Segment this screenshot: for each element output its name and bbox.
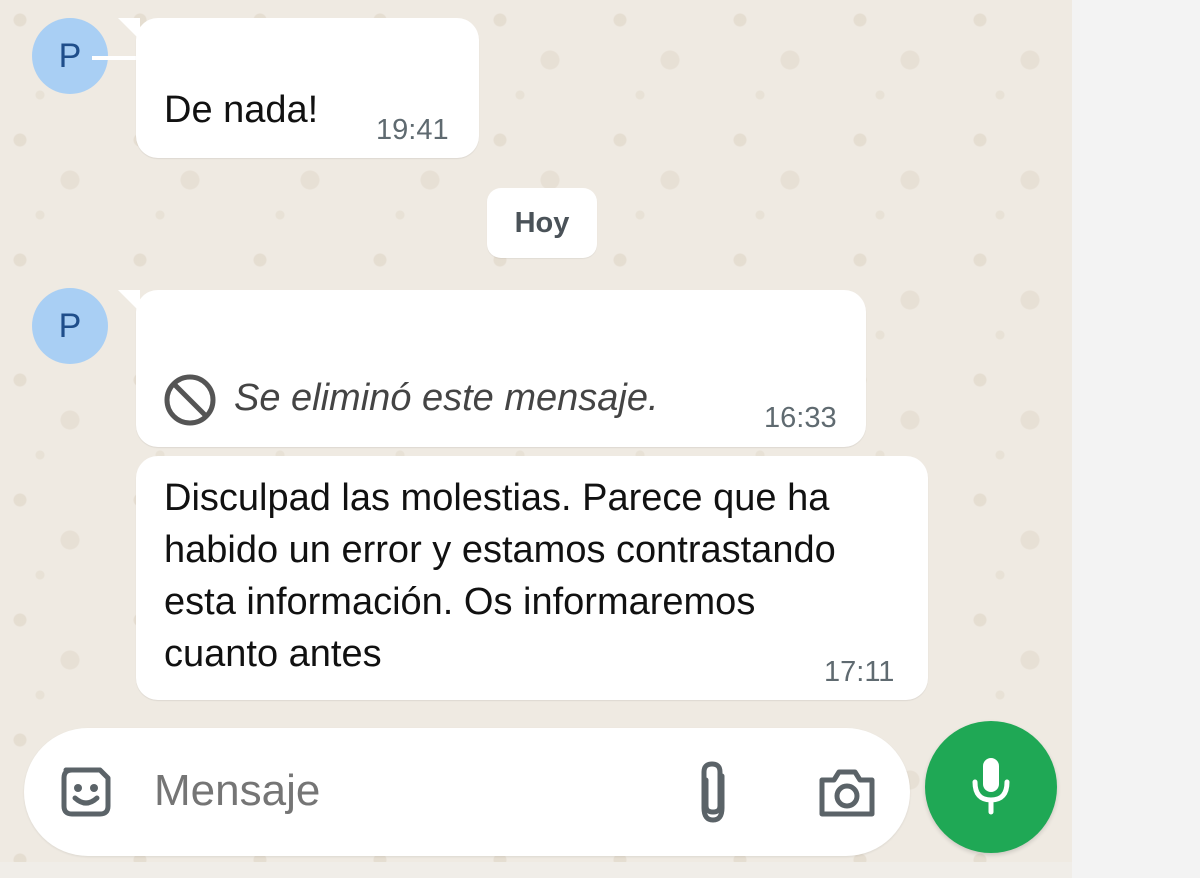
microphone-icon <box>966 754 1016 821</box>
message-bubble[interactable]: De nada! 19:41 <box>118 18 479 158</box>
message-time: 19:41 <box>376 114 449 146</box>
date-label: Hoy <box>514 206 570 239</box>
sender-avatar[interactable]: P <box>32 288 108 364</box>
avatar-letter: P <box>58 36 82 75</box>
camera-icon[interactable] <box>816 766 878 825</box>
deleted-message-text: Se eliminó este mensaje. <box>234 377 659 419</box>
sticker-smiley-icon[interactable] <box>56 762 116 827</box>
prohibited-icon <box>162 372 218 433</box>
message-input[interactable] <box>154 766 654 816</box>
voice-message-button[interactable] <box>925 721 1057 853</box>
chat-background: P De nada! 19:41 Hoy P Se eliminó este m… <box>0 0 1072 878</box>
message-time: 16:33 <box>764 402 837 434</box>
message-text: Disculpad las molestias. Parece que ha h… <box>164 477 836 675</box>
redacted-sender-name <box>92 56 140 60</box>
message-text: De nada! <box>164 89 319 131</box>
bottom-margin <box>0 862 1072 878</box>
message-bubble[interactable]: Disculpad las molestias. Parece que ha h… <box>136 456 928 700</box>
paperclip-icon[interactable] <box>688 758 738 833</box>
avatar-letter: P <box>58 306 82 345</box>
message-composer[interactable] <box>24 728 910 856</box>
message-time: 17:11 <box>824 656 895 688</box>
date-separator: Hoy <box>487 188 597 258</box>
deleted-message-bubble[interactable]: Se eliminó este mensaje. 16:33 <box>118 290 866 447</box>
right-margin <box>1072 0 1200 878</box>
